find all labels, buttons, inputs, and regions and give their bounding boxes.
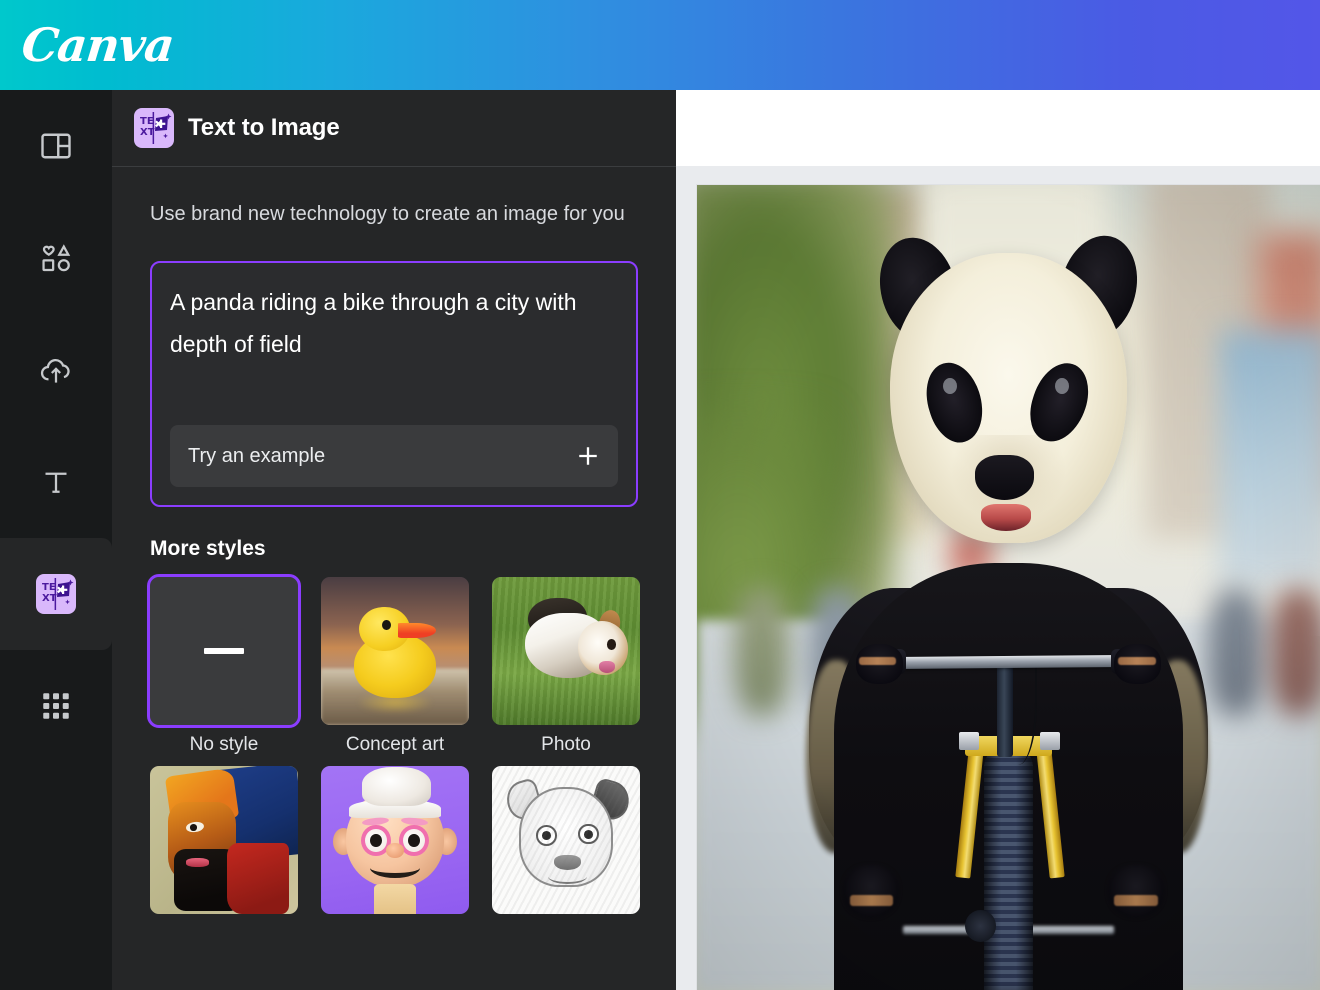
text-to-image-glyph: TE XT: [36, 574, 76, 614]
canva-app: Canva: [0, 0, 1320, 990]
corgi-photo: [492, 577, 640, 725]
style-label: Photo: [492, 734, 640, 756]
text-to-image-panel: TE XT Text to Image: [112, 90, 676, 990]
panda-bike-artwork: [697, 185, 1320, 990]
style-option-3d-character[interactable]: [321, 766, 469, 923]
more-styles-heading: More styles: [150, 537, 638, 561]
sidebar-item-text[interactable]: [0, 426, 112, 538]
style-option-painting[interactable]: [150, 766, 298, 923]
cloud-upload-icon: [38, 352, 74, 388]
style-thumb-no-style: [150, 577, 298, 725]
style-thumb-sketch: [492, 766, 640, 914]
style-label: Concept art: [321, 734, 469, 756]
top-header-bar: Canva: [0, 0, 1320, 90]
panel-body: Use brand new technology to create an im…: [112, 167, 676, 923]
svg-text:TE: TE: [42, 582, 56, 593]
style-option-concept-art[interactable]: Concept art: [321, 577, 469, 756]
plus-icon: [574, 442, 602, 470]
sidebar-item-design-templates[interactable]: [0, 90, 112, 202]
try-an-example-label: Try an example: [188, 445, 325, 468]
style-thumb-photo: [492, 577, 640, 725]
dog-pencil-sketch: [492, 766, 640, 914]
text-to-image-icon: TE XT: [134, 108, 174, 148]
svg-text:XT: XT: [140, 127, 155, 138]
dash-icon: [204, 648, 244, 654]
style-thumb-3d-character: [321, 766, 469, 914]
sidebar-item-elements[interactable]: [0, 202, 112, 314]
svg-text:TE: TE: [140, 116, 154, 127]
style-option-photo[interactable]: Photo: [492, 577, 640, 756]
portrait-painting: [150, 766, 298, 914]
prompt-input[interactable]: A panda riding a bike through a city wit…: [170, 281, 618, 425]
canvas-toolbar[interactable]: [676, 90, 1320, 166]
sidebar-item-apps[interactable]: [0, 650, 112, 762]
canva-logo[interactable]: Canva: [19, 18, 176, 72]
styles-grid: No style Concept art: [150, 577, 638, 923]
style-thumb-painting: [150, 766, 298, 914]
text-to-image-glyph: TE XT: [134, 108, 174, 148]
panel-header: TE XT Text to Image: [112, 90, 676, 167]
duck-illustration: [321, 577, 469, 725]
page-title: Text to Image: [188, 114, 340, 142]
style-option-no-style[interactable]: No style: [150, 577, 298, 756]
sidebar-item-uploads[interactable]: [0, 314, 112, 426]
generated-image[interactable]: [697, 185, 1320, 990]
style-option-sketch[interactable]: [492, 766, 640, 923]
try-an-example-button[interactable]: Try an example: [170, 425, 618, 487]
sidebar-item-text-to-image[interactable]: TE XT: [0, 538, 112, 650]
grid-apps-icon: [38, 688, 74, 724]
style-thumb-concept-art: [321, 577, 469, 725]
layout-panel-icon: [38, 128, 74, 164]
shapes-icon: [38, 240, 74, 276]
text-t-icon: [38, 464, 74, 500]
editor-workspace: [676, 90, 1320, 990]
panel-description: Use brand new technology to create an im…: [150, 197, 638, 231]
character-3d-render: [321, 766, 469, 914]
left-icon-rail: TE XT: [0, 90, 112, 990]
canvas-area[interactable]: [676, 166, 1320, 990]
text-to-image-icon: TE XT: [36, 574, 76, 614]
style-label: No style: [150, 734, 298, 756]
svg-text:XT: XT: [42, 593, 57, 604]
prompt-input-box[interactable]: A panda riding a bike through a city wit…: [150, 261, 638, 507]
